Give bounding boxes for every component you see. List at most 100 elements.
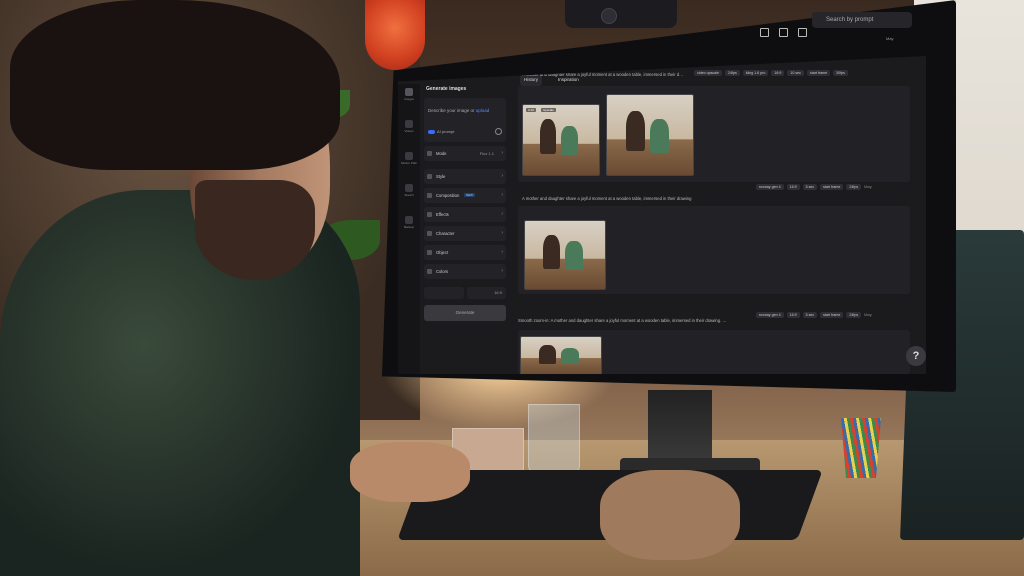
gear-icon[interactable]	[495, 128, 502, 135]
grid-icon[interactable]	[779, 28, 788, 37]
workspace-photo: Images Videos Motion Path Sketch Backup …	[0, 0, 1024, 576]
generate-button[interactable]: Generate	[424, 305, 506, 321]
app-screen: Images Videos Motion Path Sketch Backup …	[398, 56, 926, 374]
motion-icon	[405, 152, 413, 160]
select-icon[interactable]	[760, 28, 769, 37]
generate-panel: Generate images Describe your image or u…	[422, 82, 508, 374]
object-icon	[427, 250, 432, 255]
result-thumbnail[interactable]: 0:10 Upscale	[522, 104, 600, 176]
panel-title: Generate images	[426, 86, 467, 92]
backup-icon	[405, 216, 413, 224]
card-prompt: Smooth zoom-in: A mother and daughter sh…	[518, 318, 727, 323]
mode-icon	[427, 151, 432, 156]
result-thumbnail[interactable]	[520, 336, 602, 374]
upload-link[interactable]: upload	[476, 108, 490, 113]
generation-options: 16:9	[424, 287, 506, 299]
rail-item-videos[interactable]: Videos	[398, 120, 420, 148]
mode-select[interactable]: Mode Flux 1.1 ›	[424, 146, 506, 161]
prompt-placeholder: Describe your image or	[428, 108, 475, 113]
status-label: May	[886, 36, 894, 41]
card-chips: runway gen 4 16:9 5 sec start frame 24fp…	[756, 184, 872, 190]
monitor-stand	[648, 390, 712, 464]
help-button[interactable]: ?	[906, 346, 926, 366]
effects-icon	[427, 212, 432, 217]
chip: kling 1.6 pro	[742, 70, 769, 76]
chip: 5 sec	[802, 312, 818, 318]
rail-item-sketch[interactable]: Sketch	[398, 184, 420, 212]
count-stepper[interactable]	[424, 287, 464, 299]
status-label: May	[864, 312, 872, 317]
ai-prompt-toggle[interactable]	[428, 130, 435, 134]
effects-row[interactable]: Effects ›	[424, 207, 506, 222]
chevron-right-icon: ›	[501, 173, 503, 179]
webcam-lens	[601, 8, 617, 24]
composition-icon	[427, 193, 432, 198]
chip: 16:9	[786, 184, 800, 190]
palette-icon	[427, 269, 432, 274]
mode-value: Flux 1.1	[479, 151, 494, 156]
status-label: May	[864, 184, 872, 189]
image-icon	[405, 88, 413, 96]
style-row[interactable]: Style ›	[424, 169, 506, 184]
card-chips: video upscale 24fps kling 1.6 pro 16:9 1…	[694, 70, 848, 76]
chip: video upscale	[694, 70, 722, 76]
character-icon	[427, 231, 432, 236]
aspect-ratio-select[interactable]: 16:9	[466, 287, 506, 299]
card-prompt: A mother and daughter share a joyful mom…	[522, 196, 692, 201]
video-icon	[405, 120, 413, 128]
upscale-tag: Upscale	[541, 108, 556, 112]
person-hand-left	[350, 442, 470, 502]
duration-tag: 0:10	[526, 108, 536, 112]
result-card: A mother and daughter share a joyful mom…	[518, 70, 910, 182]
search-input[interactable]: Search by prompt	[812, 12, 912, 28]
glass-cup	[528, 404, 580, 472]
prompt-input[interactable]: Describe your image or upload AI prompt	[424, 98, 506, 142]
figure-mother	[542, 234, 561, 269]
rail-item-images[interactable]: Images	[398, 88, 420, 116]
toolbar-icons	[760, 28, 807, 37]
colors-row[interactable]: Colors ›	[424, 264, 506, 279]
result-thumbnail[interactable]	[606, 94, 694, 176]
chevron-right-icon: ›	[501, 268, 503, 274]
chip: 30fps	[833, 70, 848, 76]
filter-icon[interactable]	[798, 28, 807, 37]
rail-item-backup[interactable]: Backup	[398, 216, 420, 244]
chip: 10 sec	[787, 70, 804, 76]
chevron-right-icon: ›	[501, 150, 503, 156]
chip: 5 sec	[802, 184, 818, 190]
figure-mother	[539, 119, 557, 154]
composition-row[interactable]: Composition NEW ›	[424, 188, 506, 203]
figure-mother	[538, 344, 557, 364]
chip: 16:9	[771, 70, 785, 76]
chip: runway gen 4	[756, 312, 784, 318]
chevron-right-icon: ›	[501, 192, 503, 198]
result-thumbnail[interactable]	[524, 220, 606, 290]
style-icon	[427, 174, 432, 179]
chip: runway gen 4	[756, 184, 784, 190]
character-row[interactable]: Character ›	[424, 226, 506, 241]
chevron-right-icon: ›	[501, 211, 503, 217]
result-card	[518, 330, 910, 374]
person-hair	[10, 0, 340, 170]
rail-item-motion[interactable]: Motion Path	[398, 152, 420, 180]
chevron-right-icon: ›	[501, 249, 503, 255]
figure-daughter	[561, 348, 579, 365]
figure-daughter	[565, 241, 583, 270]
mode-label: Mode	[436, 151, 447, 156]
pencil-icon	[405, 184, 413, 192]
object-row[interactable]: Object ›	[424, 245, 506, 260]
new-badge: NEW	[464, 193, 475, 197]
figure-daughter	[650, 119, 669, 153]
left-rail: Images Videos Motion Path Sketch Backup	[398, 84, 420, 374]
chevron-right-icon: ›	[501, 230, 503, 236]
figure-mother	[625, 111, 645, 151]
person-hand-right	[600, 470, 740, 560]
figure-daughter	[561, 126, 578, 156]
ai-prompt-label: AI prompt	[437, 129, 455, 134]
chip: 16:9	[786, 312, 800, 318]
chip: start frame	[820, 184, 844, 190]
chip: 24fps	[846, 312, 862, 318]
chip: 24fps	[724, 70, 740, 76]
card-chips: runway gen 4 16:9 5 sec start frame 24fp…	[756, 312, 872, 318]
chip: start frame	[820, 312, 844, 318]
